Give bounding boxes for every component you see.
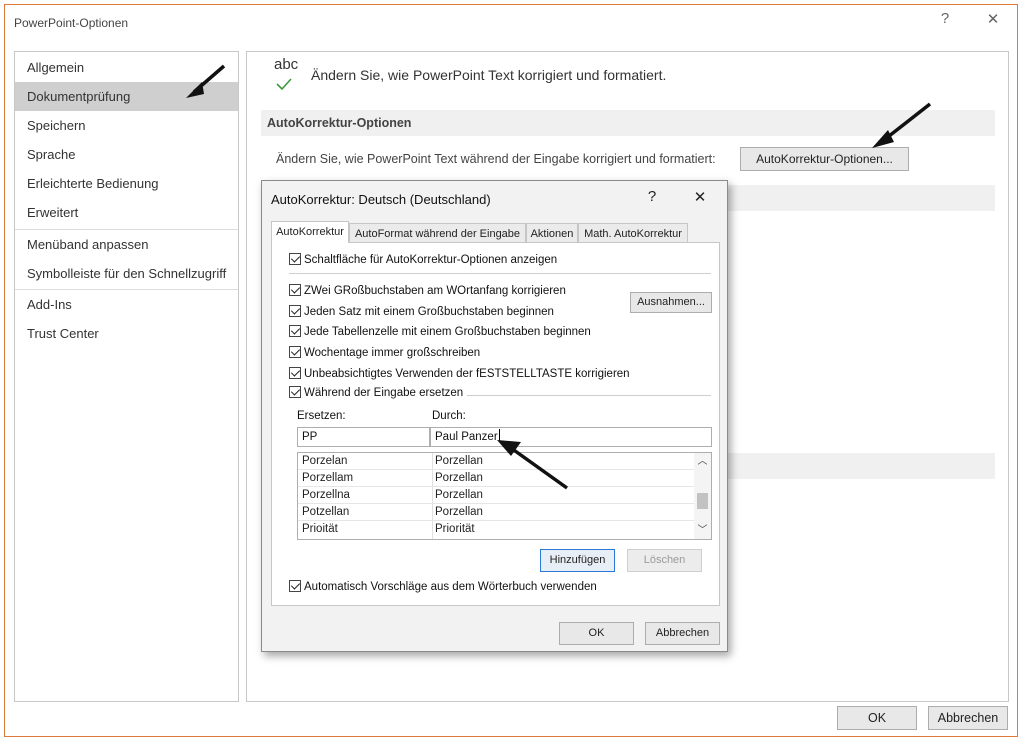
sidebar-item-erleichterte-bedienung[interactable]: Erleichterte Bedienung <box>15 169 238 198</box>
checkbox-capslock[interactable]: Unbeabsichtigtes Verwenden der fESTSTELL… <box>289 367 630 380</box>
checkbox-icon <box>289 580 301 592</box>
list-item-from: Porzellna <box>302 489 350 501</box>
list-item-from: Porzelan <box>302 455 348 467</box>
section-autocorrect-header: AutoKorrektur-Optionen <box>261 110 995 136</box>
checkbox-icon <box>289 253 301 265</box>
divider <box>289 273 711 274</box>
checkbox-suggestions[interactable]: Automatisch Vorschläge aus dem Wörterbuc… <box>289 580 597 593</box>
with-label: Durch: <box>432 410 466 422</box>
cancel-button[interactable]: Abbrechen <box>928 706 1008 730</box>
divider <box>452 395 711 396</box>
list-item[interactable]: Porzellna Porzellan <box>298 487 694 504</box>
add-button[interactable]: Hinzufügen <box>540 549 615 572</box>
checkbox-label: Wochentage immer großschreiben <box>304 347 481 359</box>
sidebar-item-allgemein[interactable]: Allgemein <box>15 53 238 82</box>
sidebar-item-sprache[interactable]: Sprache <box>15 140 238 169</box>
autocorrect-options-button[interactable]: AutoKorrektur-Optionen... <box>740 147 909 171</box>
list-item[interactable]: Potzellan Porzellan <box>298 504 694 521</box>
abc-icon-text: abc <box>274 56 299 73</box>
with-input-value: Paul Panzer <box>435 431 498 443</box>
help-icon[interactable]: ? <box>641 188 663 205</box>
replacement-list[interactable]: Porzelan Porzellan Porzellam Porzellan Por… <box>297 452 712 540</box>
tab-aktionen[interactable]: Aktionen <box>526 223 578 243</box>
tab-math-autokorrektur[interactable]: Math. AutoKorrektur <box>578 223 688 243</box>
checkbox-label: Unbeabsichtigtes Verwenden der fESTSTELL… <box>304 368 630 380</box>
checkbox-sentence[interactable]: Jeden Satz mit einem Großbuchstaben begi… <box>289 305 554 318</box>
checkbox-replace[interactable]: Während der Eingabe ersetzen <box>289 386 468 399</box>
sidebar-item-dokumentpruefung[interactable]: Dokumentprüfung <box>15 82 238 111</box>
close-icon[interactable]: ✕ <box>689 188 711 206</box>
exceptions-button[interactable]: Ausnahmen... <box>630 292 712 313</box>
replace-label: Ersetzen: <box>297 410 346 422</box>
list-item[interactable]: Porzelan Porzellan <box>298 453 694 470</box>
list-item[interactable]: Prioität Priorität <box>298 521 694 538</box>
list-item-from: Potzellan <box>302 506 350 518</box>
dialog-ok-button[interactable]: OK <box>559 622 634 645</box>
ok-button[interactable]: OK <box>837 706 917 730</box>
checkbox-show-buttons[interactable]: Schaltfläche für AutoKorrektur-Optionen … <box>289 253 557 266</box>
list-item-to: Porzellan <box>435 489 483 501</box>
with-input[interactable]: Paul Panzer <box>430 427 712 447</box>
tab-autokorrektur[interactable]: AutoKorrektur <box>271 221 349 243</box>
replace-input[interactable]: PP <box>297 427 430 447</box>
sidebar-item-trust-center[interactable]: Trust Center <box>15 319 238 348</box>
checkbox-icon <box>289 305 301 317</box>
checkbox-icon <box>289 367 301 379</box>
window-title: PowerPoint-Optionen <box>14 16 129 30</box>
checkbox-table-cell[interactable]: Jede Tabellenzelle mit einem Großbuchsta… <box>289 325 591 338</box>
sidebar-item-schnellzugriff[interactable]: Symbolleiste für den Schnellzugriff <box>15 259 238 288</box>
list-scrollbar[interactable]: ︿ ﹀ <box>694 453 711 539</box>
dialog-title: AutoKorrektur: Deutsch (Deutschland) <box>271 192 491 207</box>
list-item-to: Porzellan <box>435 506 483 518</box>
checkbox-weekdays[interactable]: Wochentage immer großschreiben <box>289 346 480 359</box>
tab-autoformat[interactable]: AutoFormat während der Eingabe <box>349 223 526 243</box>
delete-button[interactable]: Löschen <box>627 549 702 572</box>
sidebar-item-speichern[interactable]: Speichern <box>15 111 238 140</box>
section-autocorrect-desc: Ändern Sie, wie PowerPoint Text während … <box>276 152 716 166</box>
list-item-from: Prioität <box>302 523 338 535</box>
checkbox-icon <box>289 386 301 398</box>
close-icon[interactable]: ✕ <box>982 10 1004 28</box>
list-item[interactable]: Porzellam Porzellan <box>298 470 694 487</box>
list-item-to: Priorität <box>435 523 475 535</box>
checkbox-two-caps[interactable]: ZWei GRoßbuchstaben am WOrtanfang korrig… <box>289 284 566 297</box>
checkbox-icon <box>289 284 301 296</box>
sidebar: Allgemein Dokumentprüfung Speichern Spra… <box>14 51 239 702</box>
check-icon <box>276 78 292 91</box>
dialog-cancel-button[interactable]: Abbrechen <box>645 622 720 645</box>
sidebar-item-erweitert[interactable]: Erweitert <box>15 198 238 227</box>
sidebar-item-menueband[interactable]: Menüband anpassen <box>15 230 238 259</box>
text-cursor <box>498 429 500 442</box>
checkbox-label: Jeden Satz mit einem Großbuchstaben begi… <box>304 306 554 318</box>
proofing-intro: Ändern Sie, wie PowerPoint Text korrigie… <box>311 67 667 83</box>
sidebar-item-add-ins[interactable]: Add-Ins <box>15 290 238 319</box>
autocorrect-dialog: AutoKorrektur: Deutsch (Deutschland) ? ✕… <box>261 180 728 652</box>
checkbox-label: Automatisch Vorschläge aus dem Wörterbuc… <box>304 581 597 593</box>
checkbox-label: ZWei GRoßbuchstaben am WOrtanfang korrig… <box>304 285 566 297</box>
checkbox-label: Schaltfläche für AutoKorrektur-Optionen … <box>304 254 558 266</box>
checkbox-label: Während der Eingabe ersetzen <box>304 387 464 399</box>
list-item-to: Porzellan <box>435 455 483 467</box>
checkbox-icon <box>289 346 301 358</box>
tab-panel: Schaltfläche für AutoKorrektur-Optionen … <box>271 242 720 606</box>
checkbox-label: Jede Tabellenzelle mit einem Großbuchsta… <box>304 326 591 338</box>
checkbox-icon <box>289 325 301 337</box>
list-item-to: Porzellan <box>435 472 483 484</box>
chevron-up-icon[interactable]: ︿ <box>694 453 711 470</box>
scrollbar-thumb[interactable] <box>697 493 708 509</box>
chevron-down-icon[interactable]: ﹀ <box>694 522 711 539</box>
help-icon[interactable]: ? <box>934 10 956 27</box>
list-item-from: Porzellam <box>302 472 354 484</box>
